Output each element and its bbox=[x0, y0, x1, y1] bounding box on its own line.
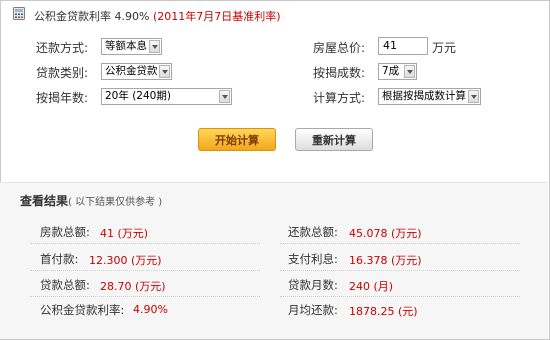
house-price-unit: 万元 bbox=[432, 41, 457, 55]
rate-header: 公积金贷款利率 4.90% (2011年7月7日基准利率) bbox=[34, 8, 281, 24]
loan-type-select[interactable]: 公积金贷款 bbox=[101, 63, 172, 80]
chevron-down-icon bbox=[149, 40, 160, 53]
mortgage-ratio-value: 7成 bbox=[382, 65, 400, 77]
mortgage-years-value: 20年 (240期) bbox=[105, 90, 171, 102]
header-bar: 公积金贷款利率 4.90% (2011年7月7日基准利率) bbox=[0, 0, 548, 27]
result-divider bbox=[30, 243, 260, 244]
down-payment-value: 12.300 (万元) bbox=[89, 254, 162, 267]
chevron-down-icon bbox=[468, 90, 479, 103]
loan-months-value: 240 (月) bbox=[349, 280, 394, 293]
calc-method-select[interactable]: 根据按揭成数计算 bbox=[378, 88, 481, 105]
rate-header-note: (2011年7月7日基准利率) bbox=[152, 10, 281, 23]
total-repayment-value: 45.078 (万元) bbox=[349, 227, 422, 240]
results-title: 查看结果 bbox=[20, 194, 69, 208]
result-divider bbox=[30, 270, 260, 271]
total-price-value: 41 (万元) bbox=[100, 227, 149, 240]
chevron-down-icon bbox=[159, 65, 170, 78]
calc-method-value: 根据按揭成数计算 bbox=[382, 90, 466, 102]
results-heading: 查看结果( 以下结果仅供参考 ) bbox=[20, 192, 162, 209]
house-price-label: 房屋总价: bbox=[313, 41, 366, 55]
loan-amount-value: 28.70 (万元) bbox=[100, 280, 166, 293]
fund-rate-label: 公积金贷款利率: bbox=[40, 303, 125, 317]
mortgage-years-label: 按揭年数: bbox=[36, 91, 89, 105]
rate-header-label: 公积金贷款利率 4.90% bbox=[34, 10, 150, 23]
result-divider bbox=[30, 296, 260, 297]
total-repayment-label: 还款总额: bbox=[288, 225, 338, 239]
mortgage-years-select[interactable]: 20年 (240期) bbox=[101, 88, 232, 105]
interest-paid-value: 16.378 (万元) bbox=[349, 254, 422, 267]
interest-paid-label: 支付利息: bbox=[288, 252, 338, 266]
chevron-down-icon bbox=[219, 90, 230, 103]
repay-method-value: 等额本息 bbox=[105, 40, 147, 52]
chevron-down-icon bbox=[404, 65, 415, 78]
down-payment-label: 首付款: bbox=[40, 252, 79, 266]
fund-rate-value: 4.90% bbox=[133, 303, 168, 316]
loan-type-label: 贷款类别: bbox=[36, 66, 89, 80]
loan-months-label: 贷款月数: bbox=[288, 278, 338, 292]
total-price-label: 房款总额: bbox=[40, 225, 90, 239]
start-calculation-button[interactable]: 开始计算 bbox=[198, 128, 276, 151]
calculator-icon bbox=[13, 7, 25, 20]
result-divider bbox=[280, 296, 520, 297]
repay-method-label: 还款方式: bbox=[36, 41, 89, 55]
reset-calculation-button[interactable]: 重新计算 bbox=[295, 128, 373, 151]
result-divider bbox=[280, 243, 520, 244]
mortgage-ratio-select[interactable]: 7成 bbox=[378, 63, 417, 80]
mortgage-ratio-label: 按揭成数: bbox=[313, 66, 366, 80]
loan-amount-label: 贷款总额: bbox=[40, 278, 90, 292]
loan-type-value: 公积金贷款 bbox=[105, 65, 158, 77]
calc-method-label: 计算方式: bbox=[313, 91, 366, 105]
monthly-payment-label: 月均还款: bbox=[288, 303, 338, 317]
results-subtitle: ( 以下结果仅供参考 ) bbox=[68, 197, 163, 208]
monthly-payment-value: 1878.25 (元) bbox=[349, 305, 418, 318]
result-divider bbox=[280, 270, 520, 271]
house-price-input[interactable]: 41 bbox=[378, 37, 428, 55]
repay-method-select[interactable]: 等额本息 bbox=[101, 38, 162, 55]
